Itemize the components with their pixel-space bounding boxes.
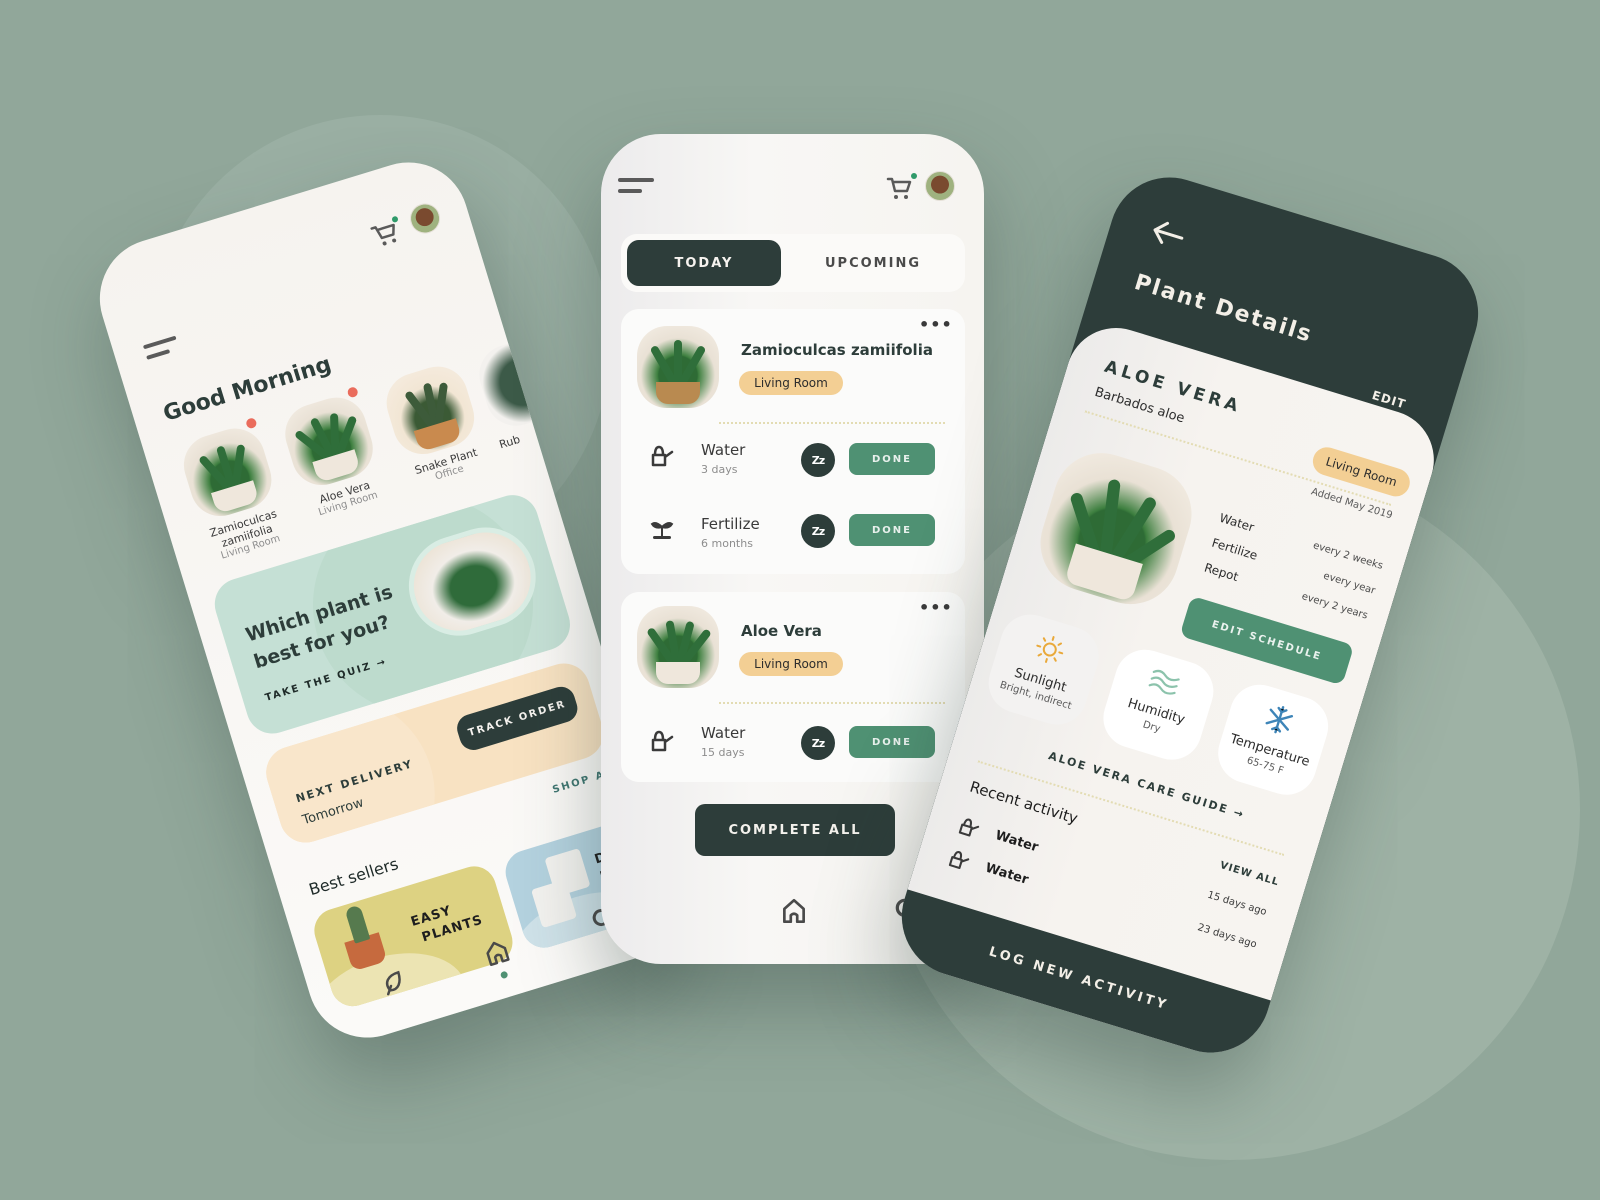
arrow-right-icon: → <box>1232 805 1247 822</box>
done-button[interactable]: DONE <box>849 514 935 546</box>
back-button[interactable] <box>1146 216 1187 255</box>
snooze-button[interactable]: Zz <box>801 514 835 548</box>
care-guide-label: ALOE VERA CARE GUIDE <box>1046 749 1231 817</box>
track-order-button[interactable]: TRACK ORDER <box>453 683 581 754</box>
edit-button[interactable]: EDIT <box>1370 388 1407 412</box>
plant-task-card: ••• Aloe Vera Living Room Water 15 days … <box>621 592 965 782</box>
task-due: 6 months <box>701 537 753 550</box>
snake-plant <box>344 904 371 944</box>
alert-dot <box>346 385 359 399</box>
watering-can-icon <box>948 851 970 870</box>
watering-can-icon <box>958 818 980 837</box>
task-name: Fertilize <box>701 515 760 533</box>
waves-icon <box>1148 669 1180 695</box>
care-card-humidity: Humidity Dry <box>1095 642 1221 768</box>
task-icon <box>649 728 675 756</box>
arrow-left-icon <box>1153 221 1184 244</box>
done-button[interactable]: DONE <box>849 726 935 758</box>
more-options-button[interactable]: ••• <box>919 315 953 334</box>
alert-dot <box>245 416 258 430</box>
snooze-button[interactable]: Zz <box>801 726 835 760</box>
care-card-sunlight: Sunlight Bright, indirect <box>981 607 1107 733</box>
sprout-icon <box>650 522 674 539</box>
snooze-button[interactable]: Zz <box>801 443 835 477</box>
plant-image <box>637 606 719 688</box>
task-icon <box>649 443 675 471</box>
category-label: EASY PLANTS <box>409 903 485 946</box>
watering-can-icon <box>651 445 674 467</box>
care-card-temperature: Temperature 65-75 F <box>1210 677 1336 803</box>
plant-image <box>379 359 482 462</box>
tab-bar: TODAY UPCOMING <box>621 234 965 292</box>
plant-name: Zamioculcas zamiifolia <box>741 341 933 359</box>
tab-today[interactable]: TODAY <box>627 240 781 286</box>
complete-all-button[interactable]: COMPLETE ALL <box>695 804 895 856</box>
cart-notification-dot <box>911 173 917 179</box>
menu-icon[interactable] <box>142 335 182 367</box>
plant-image <box>1028 441 1204 617</box>
home-icon <box>783 898 805 924</box>
nav-home[interactable] <box>779 896 809 930</box>
room-tag: Living Room <box>739 371 843 395</box>
task-due: 15 days <box>701 746 745 759</box>
tab-upcoming[interactable]: UPCOMING <box>793 240 953 286</box>
avatar[interactable] <box>925 171 955 201</box>
cart-icon <box>370 223 397 246</box>
cart-button[interactable] <box>885 172 917 206</box>
more-options-button[interactable]: ••• <box>919 598 953 617</box>
plant-image <box>176 421 279 524</box>
task-due: 3 days <box>701 463 738 476</box>
sun-icon <box>1036 636 1064 663</box>
cart-button[interactable] <box>367 214 406 255</box>
page-title: Plant Details <box>1131 269 1316 348</box>
view-all-link[interactable]: VIEW ALL <box>1219 860 1281 888</box>
plant-task-card: ••• Zamioculcas zamiifolia Living Room W… <box>621 309 965 574</box>
divider <box>719 702 945 704</box>
done-button[interactable]: DONE <box>849 443 935 475</box>
task-name: Water <box>701 724 746 742</box>
task-name: Water <box>701 441 746 459</box>
plant-image <box>637 326 719 408</box>
task-icon <box>649 517 675 545</box>
snowflake-icon <box>1265 706 1294 734</box>
plant-image <box>277 390 381 493</box>
room-tag: Living Room <box>739 652 843 676</box>
active-indicator <box>499 970 509 980</box>
menu-icon[interactable] <box>618 178 654 200</box>
avatar[interactable] <box>406 199 444 238</box>
plant-name: Aloe Vera <box>741 622 822 640</box>
divider <box>719 422 945 424</box>
watering-can-icon <box>651 730 674 752</box>
